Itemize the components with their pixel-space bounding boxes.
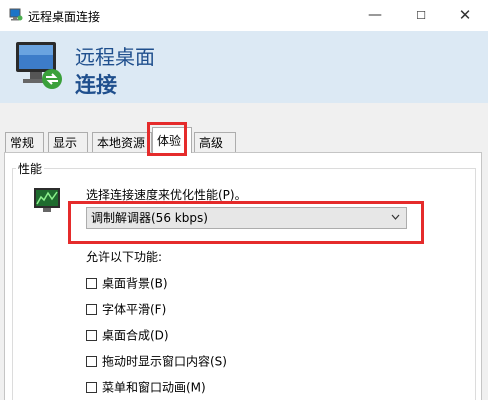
checkbox-label: 桌面合成(D) — [102, 328, 169, 343]
remote-desktop-app-icon — [9, 8, 23, 25]
performance-group-label: 性能 — [16, 160, 45, 177]
header-title-line1: 远程桌面 — [75, 45, 155, 69]
tab-display[interactable]: 显示 — [48, 132, 88, 152]
checkbox-desktop-composition[interactable]: 桌面合成(D) — [86, 328, 169, 344]
allow-features-label: 允许以下功能: — [86, 250, 163, 264]
connection-speed-select[interactable]: 调制解调器(56 kbps) — [86, 207, 407, 229]
checkbox-box[interactable] — [86, 356, 97, 367]
checkbox-box[interactable] — [86, 304, 97, 315]
minimize-button[interactable]: — — [352, 0, 398, 31]
checkbox-box[interactable] — [86, 330, 97, 341]
maximize-button[interactable]: ☐ — [398, 0, 444, 31]
remote-desktop-logo-icon — [10, 39, 68, 100]
checkbox-box[interactable] — [86, 382, 97, 393]
checkbox-label: 字体平滑(F) — [102, 302, 167, 317]
performance-monitor-icon — [33, 187, 61, 216]
checkbox-menu-window-animation[interactable]: 菜单和窗口动画(M) — [86, 380, 206, 396]
checkbox-desktop-background[interactable]: 桌面背景(B) — [86, 276, 168, 292]
header-title-line2: 连接 — [75, 73, 117, 97]
checkbox-font-smoothing[interactable]: 字体平滑(F) — [86, 302, 166, 318]
checkbox-show-window-contents[interactable]: 拖动时显示窗口内容(S) — [86, 354, 227, 370]
checkbox-box[interactable] — [86, 278, 97, 289]
window-title: 远程桌面连接 — [28, 10, 101, 24]
checkbox-label: 拖动时显示窗口内容(S) — [102, 354, 227, 369]
header-banner: 远程桌面 连接 — [0, 31, 488, 103]
tab-local-resources[interactable]: 本地资源 — [92, 132, 152, 152]
connection-speed-value: 调制解调器(56 kbps) — [91, 211, 208, 225]
checkbox-label: 桌面背景(B) — [102, 276, 168, 291]
title-bar: 远程桌面连接 — ☐ ✕ — [0, 0, 488, 31]
tab-experience[interactable]: 体验 — [152, 127, 192, 153]
tab-general[interactable]: 常规 — [5, 132, 44, 152]
close-button[interactable]: ✕ — [442, 0, 488, 31]
chevron-down-icon — [391, 208, 400, 228]
checkbox-label: 菜单和窗口动画(M) — [102, 380, 206, 395]
connection-speed-label: 选择连接速度来优化性能(P)。 — [86, 188, 247, 202]
tab-advanced[interactable]: 高级 — [194, 132, 236, 152]
